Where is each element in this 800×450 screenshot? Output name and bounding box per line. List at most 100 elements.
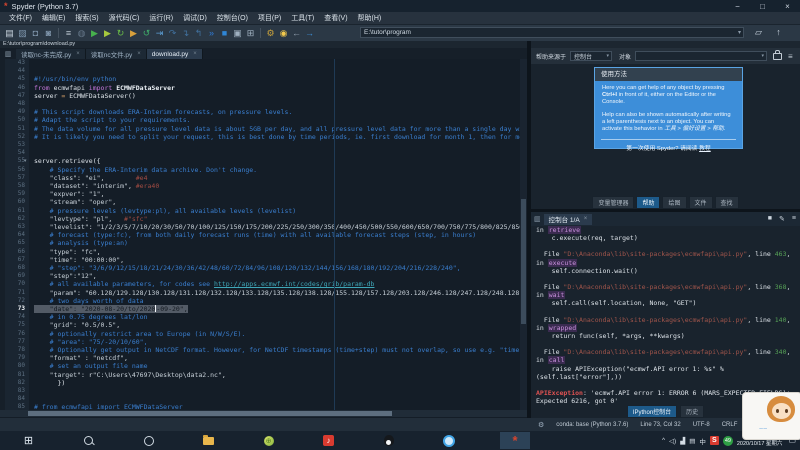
tutorial-link[interactable]: 教程 (699, 146, 711, 152)
pane-tab-绘图[interactable]: 绘图 (662, 196, 686, 209)
save-all-icon[interactable]: ◙ (42, 27, 55, 40)
menu-item[interactable]: 文件(F) (4, 13, 37, 23)
code-line: in wait (536, 291, 565, 299)
menu-item[interactable]: 查看(V) (319, 13, 352, 23)
fold-marker-icon[interactable]: ▾ (24, 157, 27, 165)
menu-item[interactable]: 调试(D) (178, 13, 212, 23)
step-into-icon[interactable]: ↴ (179, 27, 192, 40)
run-cell-icon[interactable]: ▶ (101, 27, 114, 40)
close-icon[interactable]: × (76, 51, 80, 57)
code-line: "step":"12", (34, 272, 97, 280)
panes-icon[interactable]: ▣ (231, 27, 244, 40)
start-button[interactable]: ⊞ (20, 432, 37, 449)
stop-icon[interactable]: ■ (218, 27, 231, 40)
browse-tabs-icon[interactable]: ▥ (2, 50, 14, 59)
forward-icon[interactable]: → (303, 27, 316, 40)
volume-icon[interactable]: ◁) (669, 437, 676, 445)
new-file-icon[interactable]: ▤ (3, 27, 16, 40)
close-button[interactable]: × (775, 0, 800, 12)
parent-directory-icon[interactable]: ↑ (772, 26, 785, 39)
open-file-icon[interactable]: ▨ (16, 27, 29, 40)
menu-item[interactable]: 搜索(S) (70, 13, 103, 23)
code-editor[interactable]: #!/usr/bin/env pythonfrom ecmwfapi impor… (29, 59, 520, 410)
editor-tab[interactable]: download.py× (147, 49, 203, 59)
pane-tab-变量管理器[interactable]: 变量管理器 (592, 196, 634, 209)
search-button-icon (84, 436, 93, 445)
interrupt-kernel-icon[interactable]: ■ (768, 215, 772, 223)
pane-tab-查找[interactable]: 查找 (715, 196, 739, 209)
working-directory-value: E:\tutor\program (364, 29, 411, 36)
file-explorer[interactable] (200, 432, 217, 449)
code-line: "date": "2020-08-20/to/2020-09-20", (34, 305, 188, 313)
pane-tab-帮助[interactable]: 帮助 (636, 196, 660, 209)
help-object-label: 对象 (619, 52, 631, 61)
tray-expand-icon[interactable]: ^ (662, 437, 665, 444)
maximize-button[interactable]: □ (750, 0, 775, 12)
globe-app[interactable]: ⊕ (260, 432, 277, 449)
console-pane-tab[interactable]: 历史 (680, 405, 704, 418)
help-object-combo[interactable]: ▾ (635, 51, 767, 61)
cortana-button[interactable] (140, 432, 157, 449)
netease-music[interactable]: ♪ (320, 432, 337, 449)
code-line: "param": "60.128/129.128/130.128/131.128… (34, 289, 520, 297)
console-pane-tab[interactable]: IPython控制台 (627, 405, 677, 418)
help-source-select[interactable]: 控制台 ▾ (570, 51, 612, 61)
editor-vertical-scrollbar[interactable] (520, 59, 527, 410)
battery-icon[interactable]: ▤ (689, 437, 695, 445)
editor-tab[interactable]: 读取nc文件.py× (86, 49, 147, 59)
lock-icon[interactable] (773, 53, 782, 60)
options-menu-icon[interactable]: ≡ (788, 52, 793, 61)
file-switcher-icon[interactable]: ≡ (62, 27, 75, 40)
browser[interactable] (440, 432, 457, 449)
line-number: 75 (5, 321, 25, 329)
menu-item[interactable]: 项目(P) (253, 13, 286, 23)
menu-item[interactable]: 编辑(E) (37, 13, 70, 23)
preferences-icon[interactable]: ◍ (75, 27, 88, 40)
tools-icon[interactable]: ⚙ (264, 27, 277, 40)
continue-icon[interactable]: » (205, 27, 218, 40)
ime-indicator[interactable]: 中 (699, 436, 706, 446)
editor-tab[interactable]: 读取nc-未完成.py× (16, 49, 86, 59)
menu-item[interactable]: 帮助(H) (353, 13, 387, 23)
menu-item[interactable]: 运行(R) (144, 13, 178, 23)
run-icon[interactable]: ▶ (88, 27, 101, 40)
working-directory-combo[interactable]: E:\tutor\program ▾ (360, 27, 744, 38)
network-icon[interactable]: ▟ (680, 437, 685, 445)
close-icon[interactable]: × (584, 216, 588, 222)
save-icon[interactable]: ◘ (29, 27, 42, 40)
code-line: (self.last["error"],)) (536, 373, 622, 381)
scrollbar-thumb[interactable] (521, 199, 526, 324)
pane-tab-文件[interactable]: 文件 (689, 196, 713, 209)
back-icon[interactable]: ← (290, 27, 303, 40)
options-menu-icon[interactable]: ≡ (792, 215, 796, 223)
sogou-icon[interactable]: S (710, 436, 719, 445)
scrollbar-thumb[interactable] (28, 411, 392, 416)
step-over-icon[interactable]: ↷ (166, 27, 179, 40)
step-out-icon[interactable]: ↰ (192, 27, 205, 40)
fullscreen-icon[interactable]: ⊞ (244, 27, 257, 40)
ipython-console[interactable]: in retrieve c.execute(req, target) File … (531, 226, 800, 405)
menu-item[interactable]: 控制台(O) (212, 13, 253, 23)
menu-item[interactable]: 源代码(C) (104, 13, 145, 23)
clear-console-icon[interactable]: ✎ (779, 215, 785, 223)
restart-kernel-icon[interactable]: ↺ (140, 27, 153, 40)
run-selection-icon[interactable]: ▶ (127, 27, 140, 40)
minimize-button[interactable]: − (725, 0, 750, 12)
python-env-icon[interactable]: ◉ (277, 27, 290, 40)
console-tab[interactable]: 控制台 1/A × (544, 214, 593, 225)
close-icon[interactable]: × (193, 51, 197, 57)
spyder-app-icon: * (512, 436, 517, 446)
run-cell-advance-icon[interactable]: ↻ (114, 27, 127, 40)
search-button[interactable] (80, 432, 97, 449)
debug-icon[interactable]: ⇥ (153, 27, 166, 40)
spyder-app[interactable]: * (500, 432, 530, 449)
green-badge[interactable]: 49 (723, 436, 733, 446)
qq[interactable] (380, 432, 397, 449)
menu-item[interactable]: 工具(T) (286, 13, 319, 23)
close-icon[interactable]: × (137, 51, 141, 57)
pane-tab-strip: 变量管理器帮助绘图文件查找 (531, 196, 800, 209)
browse-directory-icon[interactable]: ▱ (752, 26, 765, 39)
editor-horizontal-scrollbar[interactable] (0, 410, 527, 417)
browse-tabs-icon[interactable]: ▥ (534, 215, 541, 223)
line-number: 76 (5, 330, 25, 338)
